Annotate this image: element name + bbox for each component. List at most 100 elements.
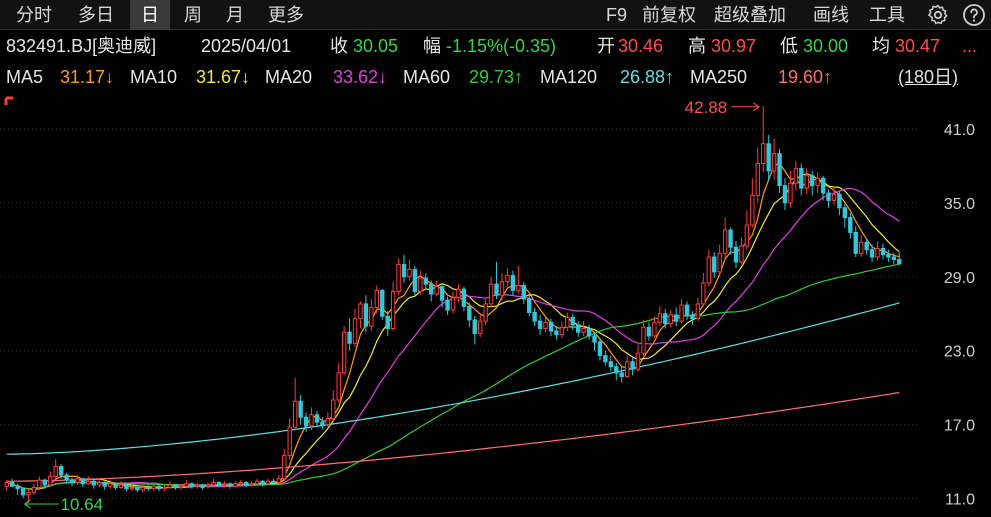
- candle-body: [352, 318, 358, 344]
- candle-body: [897, 259, 902, 265]
- candle-body: [292, 400, 298, 428]
- candle-body: [706, 256, 711, 284]
- tab-multi-day[interactable]: 多日: [68, 0, 124, 30]
- candle-body: [630, 361, 635, 370]
- candle-body: [298, 400, 303, 418]
- candle-body: [635, 352, 641, 370]
- candle-body: [755, 162, 760, 196]
- draw-line-button[interactable]: 画线: [813, 0, 849, 30]
- candle-body: [53, 465, 58, 477]
- candle-body: [341, 331, 347, 374]
- candle-body: [151, 485, 156, 490]
- ma120-label: MA120: [540, 67, 598, 87]
- candle-body: [766, 143, 771, 172]
- candle-body: [597, 341, 603, 357]
- candle-body: [325, 417, 331, 426]
- candle-body: [510, 275, 516, 291]
- candle-body: [733, 246, 739, 263]
- candle-body: [467, 305, 472, 321]
- candle-body: [728, 229, 733, 248]
- candle-body: [374, 289, 379, 309]
- toolbar: 分时 多日 日 周 月 更多 F9 前复权 超级叠加 画线 工具: [0, 0, 991, 30]
- avg-label: 均: [872, 36, 890, 56]
- candle-body: [118, 484, 124, 488]
- tools-button[interactable]: 工具: [869, 0, 905, 30]
- ma60-value: 29.73↑: [469, 67, 524, 87]
- candle-body: [222, 483, 227, 486]
- candle-body: [548, 321, 554, 332]
- candle-body: [815, 177, 820, 187]
- candle-body: [527, 298, 532, 314]
- candle-body: [211, 482, 216, 486]
- stock-code[interactable]: 832491.BJ[奥迪威]: [6, 33, 156, 59]
- ma5-value: 31.17↓: [60, 67, 115, 87]
- tab-more[interactable]: 更多: [258, 0, 314, 30]
- candle-body: [848, 217, 853, 233]
- moving-average-lines: [6, 162, 900, 491]
- candle-body: [303, 416, 309, 427]
- candle-body: [853, 231, 858, 254]
- y-axis: 11.0 17.0 23.0 29.0 35.0 41.0: [944, 122, 975, 509]
- high-value: 30.97: [711, 36, 757, 56]
- candle-body: [124, 484, 129, 490]
- candle-body: [64, 474, 69, 481]
- candle-body: [15, 485, 20, 490]
- candle-body: [69, 479, 75, 484]
- candle-body: [287, 426, 292, 456]
- candle-body: [761, 143, 766, 164]
- super-overlay-button[interactable]: 超级叠加: [714, 0, 786, 30]
- avg-value: 30.47: [895, 36, 941, 56]
- candle-body: [439, 286, 445, 301]
- candle-body: [314, 414, 320, 423]
- range-selector-button[interactable]: (180日): [898, 64, 958, 90]
- y-tick-label: 11.0: [945, 492, 975, 509]
- ma-line-ma120: [6, 302, 900, 455]
- candle-body: [167, 484, 173, 488]
- candle-body: [739, 245, 744, 263]
- forward-adjust-button[interactable]: 前复权: [642, 0, 696, 30]
- candle-body: [880, 247, 886, 256]
- tab-intraday[interactable]: 分时: [6, 0, 62, 30]
- candle-body: [837, 193, 842, 209]
- candle-body: [483, 303, 488, 322]
- more-indicator[interactable]: ...: [962, 33, 977, 59]
- ma10-value: 31.67↓: [196, 67, 251, 87]
- gear-icon[interactable]: [926, 3, 950, 27]
- candle-body: [309, 414, 314, 427]
- candle-body: [663, 313, 668, 325]
- candle-body: [494, 283, 499, 296]
- candle-body: [788, 182, 793, 204]
- candle-body: [20, 488, 26, 496]
- candle-body: [282, 454, 287, 480]
- candle-body: [614, 366, 619, 374]
- candle-body: [358, 303, 363, 320]
- tab-monthly[interactable]: 月: [216, 0, 254, 30]
- candle-body: [173, 484, 178, 488]
- candle-body: [592, 335, 597, 343]
- ma5-label: MA5: [6, 67, 44, 87]
- help-icon[interactable]: [962, 3, 986, 27]
- candle-body: [701, 282, 706, 305]
- high-label: 高: [688, 36, 706, 56]
- candle-body: [9, 482, 15, 487]
- candle-body: [265, 480, 271, 485]
- candle-body: [521, 284, 526, 300]
- candle-body: [717, 252, 722, 273]
- ma120-value: 26.88↑: [620, 67, 675, 87]
- candle-body: [869, 249, 875, 258]
- candle-body: [646, 326, 652, 337]
- candle-body: [276, 478, 282, 484]
- candle-body: [472, 319, 477, 334]
- candle-body: [363, 303, 369, 327]
- tab-weekly[interactable]: 周: [174, 0, 212, 30]
- corner-marker: [4, 96, 13, 105]
- candle-body: [624, 361, 630, 378]
- candle-body: [320, 421, 325, 426]
- candle-body: [434, 286, 439, 295]
- close-value: 30.05: [353, 36, 399, 56]
- ma20-label: MA20: [265, 67, 313, 87]
- candlestick-chart[interactable]: 42.88 10.64 11.0 17.0 23.0 29.0 35.0 41.0: [0, 92, 991, 517]
- candle-body: [652, 321, 657, 337]
- f9-button[interactable]: F9: [606, 0, 627, 30]
- tab-daily[interactable]: 日: [130, 0, 170, 30]
